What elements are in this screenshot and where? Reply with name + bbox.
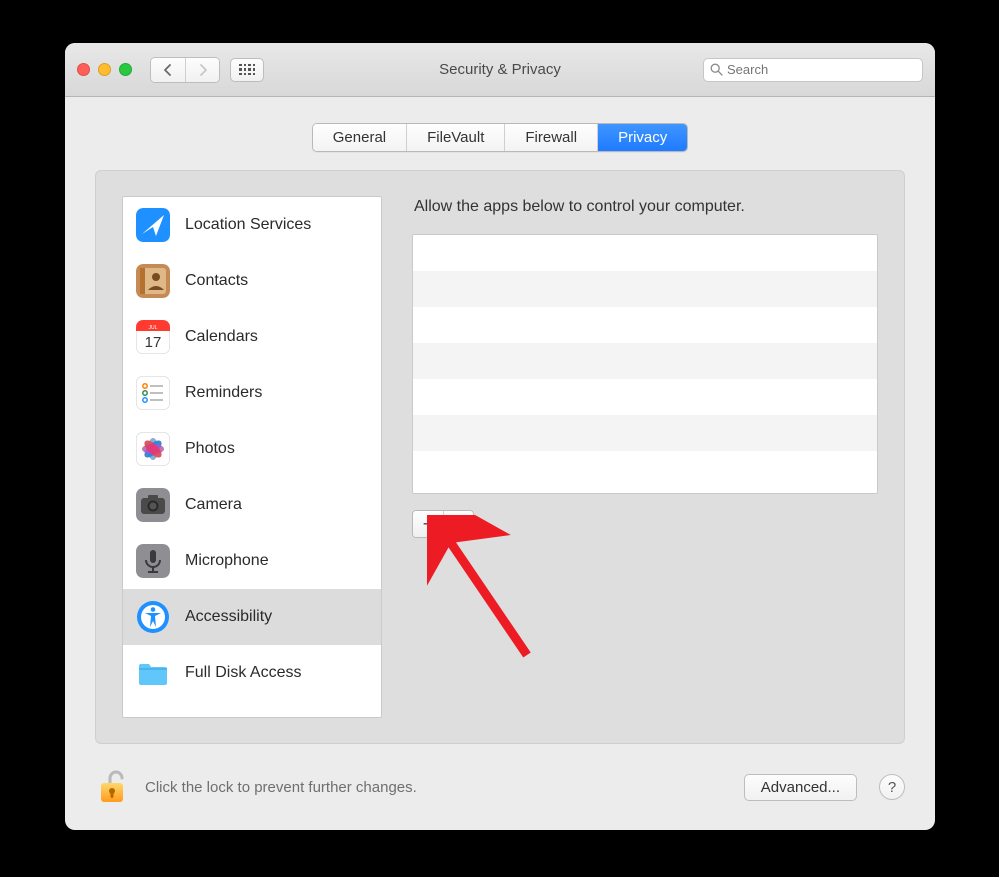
tab-privacy[interactable]: Privacy: [597, 124, 687, 151]
content-frame: Location Services Contacts JUL 17 Calenda…: [95, 170, 905, 744]
footer: Click the lock to prevent further change…: [65, 758, 935, 830]
reminders-icon: [135, 375, 171, 411]
nav-back-forward: [150, 57, 220, 83]
tab-firewall[interactable]: Firewall: [504, 124, 597, 151]
chevron-right-icon: [198, 64, 208, 76]
help-button[interactable]: ?: [879, 774, 905, 800]
unlocked-lock-icon: [98, 769, 130, 805]
svg-text:17: 17: [145, 334, 162, 351]
list-row: [413, 343, 877, 379]
chevron-left-icon: [163, 64, 173, 76]
zoom-window-button[interactable]: [119, 63, 132, 76]
grid-icon: [239, 64, 255, 76]
sidebar-item-photos[interactable]: Photos: [123, 421, 381, 477]
contacts-icon: [135, 263, 171, 299]
list-row: [413, 235, 877, 271]
sidebar-item-location-services[interactable]: Location Services: [123, 197, 381, 253]
tab-label: Privacy: [618, 129, 667, 146]
back-button[interactable]: [151, 58, 185, 82]
list-row: [413, 307, 877, 343]
minus-icon: −: [453, 514, 464, 535]
microphone-icon: [135, 543, 171, 579]
add-remove-group: + −: [412, 510, 474, 538]
list-row: [413, 451, 877, 487]
folder-icon: [135, 655, 171, 691]
pane-description: Allow the apps below to control your com…: [412, 196, 878, 234]
list-row: [413, 271, 877, 307]
sidebar-item-contacts[interactable]: Contacts: [123, 253, 381, 309]
add-app-button[interactable]: +: [413, 511, 443, 537]
sidebar-item-full-disk-access[interactable]: Full Disk Access: [123, 645, 381, 701]
sidebar-item-label: Reminders: [185, 384, 262, 402]
privacy-category-list[interactable]: Location Services Contacts JUL 17 Calenda…: [122, 196, 382, 718]
camera-icon: [135, 487, 171, 523]
show-all-button[interactable]: [230, 58, 264, 82]
tab-label: FileVault: [427, 129, 484, 146]
tab-label: Firewall: [525, 129, 577, 146]
search-input[interactable]: [727, 62, 916, 77]
minimize-window-button[interactable]: [98, 63, 111, 76]
plus-icon: +: [423, 514, 434, 535]
sidebar-item-label: Microphone: [185, 552, 269, 570]
list-row: [413, 379, 877, 415]
svg-text:JUL: JUL: [149, 325, 158, 331]
preferences-window: Security & Privacy General FileVault Fir…: [65, 43, 935, 830]
sidebar-item-microphone[interactable]: Microphone: [123, 533, 381, 589]
search-field[interactable]: [703, 58, 923, 82]
photos-icon: [135, 431, 171, 467]
sidebar-item-reminders[interactable]: Reminders: [123, 365, 381, 421]
sidebar-item-label: Photos: [185, 440, 235, 458]
advanced-button[interactable]: Advanced...: [744, 774, 857, 801]
sidebar-item-label: Calendars: [185, 328, 258, 346]
sidebar-item-label: Contacts: [185, 272, 248, 290]
question-icon: ?: [888, 779, 896, 796]
titlebar: Security & Privacy: [65, 43, 935, 97]
location-icon: [135, 207, 171, 243]
remove-app-button[interactable]: −: [443, 511, 473, 537]
window-controls: [77, 63, 132, 76]
list-row: [413, 415, 877, 451]
lock-description: Click the lock to prevent further change…: [145, 779, 417, 796]
sidebar-item-camera[interactable]: Camera: [123, 477, 381, 533]
tab-filevault[interactable]: FileVault: [406, 124, 504, 151]
allowed-apps-list[interactable]: [412, 234, 878, 494]
sidebar-item-label: Camera: [185, 496, 242, 514]
calendar-icon: JUL 17: [135, 319, 171, 355]
lock-button[interactable]: [95, 768, 133, 806]
sidebar-item-accessibility[interactable]: Accessibility: [123, 589, 381, 645]
tab-label: General: [333, 129, 386, 146]
tab-general[interactable]: General: [313, 124, 406, 151]
close-window-button[interactable]: [77, 63, 90, 76]
sidebar-item-calendars[interactable]: JUL 17 Calendars: [123, 309, 381, 365]
accessibility-icon: [135, 599, 171, 635]
sidebar-item-label: Location Services: [185, 216, 311, 234]
search-icon: [710, 63, 723, 76]
tabs-container: General FileVault Firewall Privacy: [65, 97, 935, 162]
forward-button[interactable]: [185, 58, 219, 82]
sidebar-item-label: Full Disk Access: [185, 664, 301, 682]
detail-pane: Allow the apps below to control your com…: [412, 196, 878, 718]
sidebar-item-label: Accessibility: [185, 608, 272, 626]
tabs: General FileVault Firewall Privacy: [312, 123, 689, 152]
